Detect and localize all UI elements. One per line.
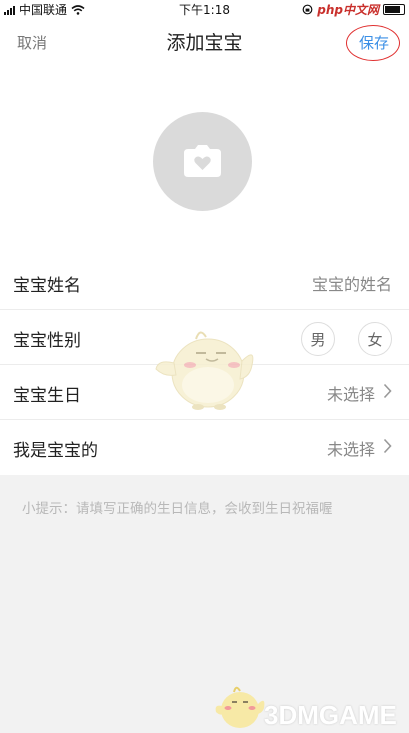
- status-right: php中文网: [302, 1, 405, 18]
- birthday-label: 宝宝生日: [13, 386, 81, 406]
- name-input[interactable]: 宝宝的姓名: [312, 271, 392, 295]
- site-watermark: php中文网: [317, 3, 379, 17]
- orientation-lock-icon: [302, 4, 313, 15]
- status-bar: 中国联通 下午1:18 php中文网: [0, 0, 409, 18]
- gender-female-option[interactable]: 女: [358, 322, 392, 356]
- battery-icon: [383, 4, 405, 15]
- nav-bar: 取消 添加宝宝 保存: [0, 18, 409, 68]
- mascot-watermark-icon: [155, 331, 254, 410]
- avatar-upload[interactable]: [153, 112, 252, 211]
- form-row-name[interactable]: 宝宝姓名 宝宝的姓名: [0, 255, 409, 310]
- form-row-relation[interactable]: 我是宝宝的 未选择: [0, 420, 409, 474]
- mascot-logo-icon: [215, 686, 265, 728]
- chevron-right-icon: [383, 438, 392, 454]
- relation-value: 未选择: [326, 440, 375, 459]
- save-button[interactable]: 保存: [359, 32, 389, 53]
- birthday-value: 未选择: [326, 385, 375, 404]
- hint-text: 小提示：请填写正确的生日信息，会收到生日祝福喔: [22, 501, 333, 517]
- gender-male-option[interactable]: 男: [301, 322, 335, 356]
- gender-label: 宝宝性别: [13, 331, 81, 351]
- camera-heart-icon: [184, 145, 221, 177]
- name-label: 宝宝姓名: [13, 276, 81, 296]
- relation-label: 我是宝宝的: [13, 441, 98, 461]
- chevron-right-icon: [383, 383, 392, 399]
- site-logo-watermark: 3DMGAME: [264, 700, 397, 730]
